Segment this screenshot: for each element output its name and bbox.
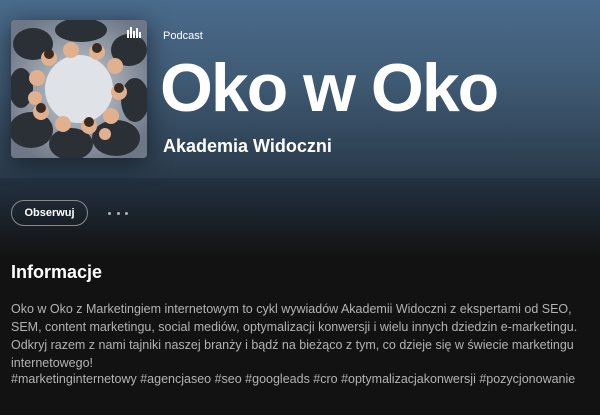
podcast-type-label: Podcast	[163, 30, 203, 42]
podcast-title: Oko w Oko	[160, 50, 499, 126]
podcast-wave-icon	[127, 27, 141, 38]
more-horizontal-icon-dot	[125, 211, 128, 215]
podcast-hashtags: #marketinginternetowy #agencjaseo #seo #…	[11, 372, 576, 386]
podcast-cover-image	[11, 20, 147, 158]
follow-button[interactable]: Obserwuj	[11, 200, 88, 226]
podcast-description: Oko w Oko z Marketingiem internetowym to…	[11, 302, 578, 370]
info-heading: Informacje	[11, 262, 103, 282]
hero-fade	[0, 178, 600, 258]
podcast-author[interactable]: Akademia Widoczni	[163, 136, 332, 157]
more-options-button[interactable]	[104, 204, 132, 222]
more-horizontal-icon	[108, 211, 111, 215]
more-horizontal-icon-dot	[116, 211, 120, 215]
